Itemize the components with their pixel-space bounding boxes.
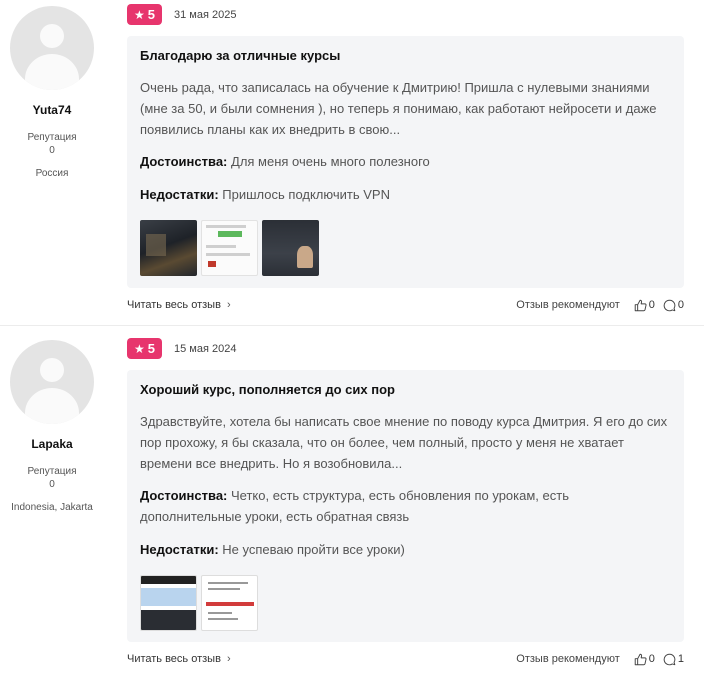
review-photo[interactable]	[140, 220, 197, 276]
thumbs-up-icon	[634, 299, 647, 311]
cons-text: Пришлось подключить VPN	[222, 187, 390, 202]
author-username[interactable]: Lapaka	[0, 437, 104, 451]
avatar[interactable]	[10, 6, 94, 90]
avatar[interactable]	[10, 340, 94, 424]
pros-text: Для меня очень много полезного	[231, 154, 430, 169]
comment-button[interactable]: 0	[663, 299, 684, 312]
recommend-label: Отзыв рекомендуют	[516, 299, 620, 311]
chevron-right-icon: ›	[226, 653, 231, 665]
review-date: 31 мая 2025	[174, 8, 237, 21]
review-cons: Недостатки: Пришлось подключить VPN	[140, 184, 671, 205]
pros-label: Достоинства:	[140, 154, 228, 169]
review-card: Хороший курс, пополняется до сих пор Здр…	[127, 370, 684, 642]
review-footer: Читать весь отзыв › Отзыв рекомендуют 0 …	[127, 297, 684, 313]
cons-label: Недостатки:	[140, 187, 219, 202]
thumbs-up-icon	[634, 653, 647, 665]
reputation-value: 0	[49, 145, 55, 156]
recommend-label: Отзыв рекомендуют	[516, 653, 620, 665]
comment-count: 0	[677, 299, 684, 311]
read-more-link[interactable]: Читать весь отзыв ›	[127, 653, 231, 665]
read-more-label: Читать весь отзыв	[127, 653, 221, 665]
author-country: Indonesia, Jakarta	[11, 502, 93, 513]
reputation-label: Репутация	[27, 132, 77, 143]
review-pros: Достоинства: Для меня очень много полезн…	[140, 151, 671, 172]
rating-value: 5	[147, 341, 155, 356]
rating-badge: ★ 5	[127, 338, 162, 359]
read-more-label: Читать весь отзыв	[127, 299, 221, 311]
read-more-link[interactable]: Читать весь отзыв ›	[127, 299, 231, 311]
comment-bubble-icon	[663, 653, 676, 665]
like-button[interactable]: 0	[634, 653, 655, 666]
review-title[interactable]: Благодарю за отличные курсы	[140, 48, 671, 63]
review-meta: ★ 5 31 мая 2025	[127, 4, 236, 25]
review-photo[interactable]	[201, 575, 258, 631]
rating-badge: ★ 5	[127, 4, 162, 25]
review-photos	[140, 220, 671, 276]
rating-value: 5	[147, 7, 155, 22]
review-meta: ★ 5 15 мая 2024	[127, 338, 236, 359]
star-icon: ★	[134, 341, 145, 356]
review-divider	[0, 325, 704, 326]
chevron-right-icon: ›	[226, 299, 231, 311]
like-button[interactable]: 0	[634, 299, 655, 312]
reputation-label: Репутация	[27, 466, 77, 477]
comment-count: 1	[677, 653, 684, 665]
pros-label: Достоинства:	[140, 488, 228, 503]
comment-bubble-icon	[663, 299, 676, 311]
review-text: Очень рада, что записалась на обучение к…	[140, 80, 657, 137]
review-photo[interactable]	[201, 220, 258, 276]
review-title[interactable]: Хороший курс, пополняется до сих пор	[140, 382, 671, 397]
author-country: Россия	[35, 168, 69, 179]
review-text: Здравствуйте, хотела бы написать свое мн…	[140, 414, 668, 471]
author-username[interactable]: Yuta74	[0, 103, 104, 117]
review-photo[interactable]	[262, 220, 319, 276]
review-cons: Недостатки: Не успеваю пройти все уроки)	[140, 539, 671, 560]
like-count: 0	[648, 653, 655, 665]
review-date: 15 мая 2024	[174, 342, 237, 355]
review-item: Yuta74 Репутация 0 Россия ★ 5 31 мая 202…	[0, 0, 704, 325]
cons-text: Не успеваю пройти все уроки)	[222, 542, 405, 557]
reputation-value: 0	[49, 479, 55, 490]
star-icon: ★	[134, 7, 145, 22]
review-card: Благодарю за отличные курсы Очень рада, …	[127, 36, 684, 288]
review-photos	[140, 575, 671, 631]
comment-button[interactable]: 1	[663, 653, 684, 666]
cons-label: Недостатки:	[140, 542, 219, 557]
review-photo[interactable]	[140, 575, 197, 631]
review-author: Lapaka Репутация 0 Indonesia, Jakarta	[0, 334, 104, 513]
review-author: Yuta74 Репутация 0 Россия	[0, 0, 104, 179]
review-footer: Читать весь отзыв › Отзыв рекомендуют 0 …	[127, 651, 684, 667]
review-pros: Достоинства: Четко, есть структура, есть…	[140, 485, 671, 527]
like-count: 0	[648, 299, 655, 311]
review-item: Lapaka Репутация 0 Indonesia, Jakarta ★ …	[0, 334, 704, 676]
